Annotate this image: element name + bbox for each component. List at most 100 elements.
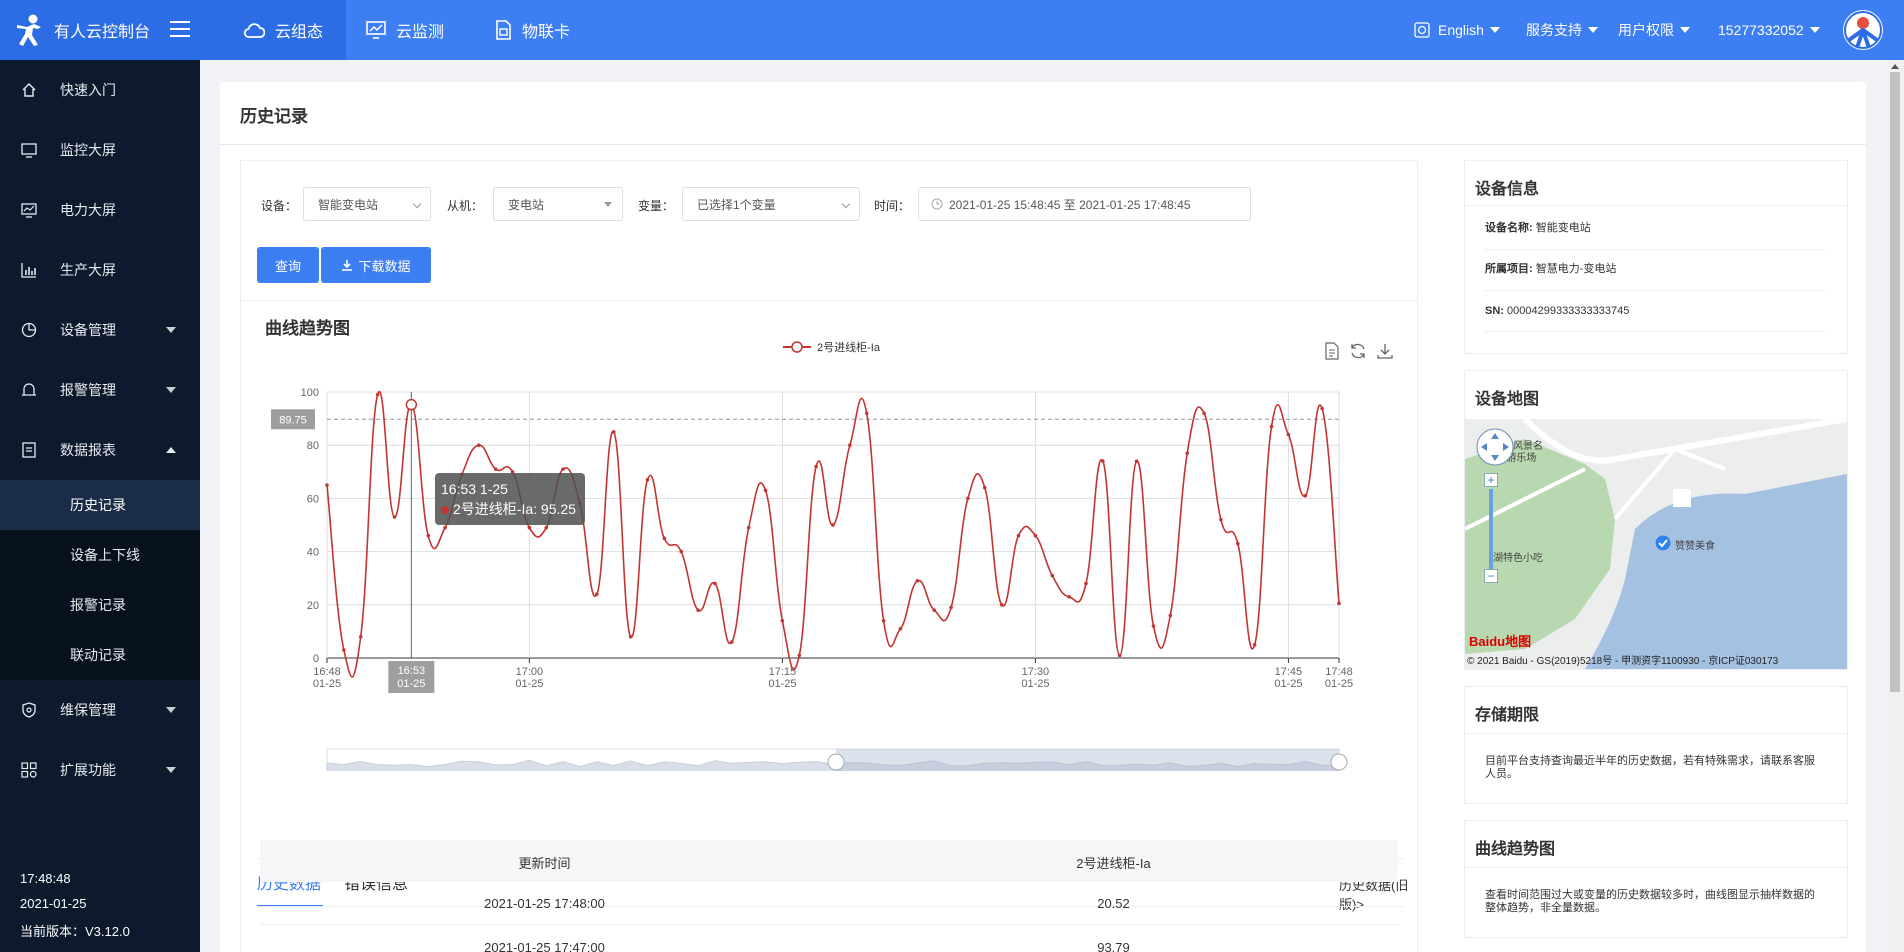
device-icon xyxy=(20,321,38,339)
data-point xyxy=(1252,642,1257,647)
x-tick-date: 01-25 xyxy=(313,678,341,690)
chart-tooltip: 16:53 1-25 2号进线柜-Ia: 95.25 xyxy=(435,473,585,525)
map-zoom-slider[interactable] xyxy=(1489,489,1493,569)
service-label: 服务支持 xyxy=(1526,22,1582,38)
chevron-down-icon xyxy=(166,387,176,393)
nav-cloud-config-label: 云组态 xyxy=(274,24,323,41)
map-zoom-in-button[interactable]: + xyxy=(1484,473,1498,487)
scrollbar-thumb[interactable] xyxy=(1890,72,1900,692)
nav-cloud-config[interactable]: 云组态 xyxy=(220,0,346,60)
variable-label: 变量： xyxy=(638,199,675,213)
map-view[interactable]: 湖风景名 -游乐场 湖特色小吃 赞赞美食 + − Baidu地图 © 2021 … xyxy=(1465,419,1847,669)
sidebar-item-maintenance[interactable]: 维保管理 xyxy=(0,680,200,740)
x-tick-label: 17:48 xyxy=(1325,666,1353,678)
sidebar-item-monitor-screen[interactable]: 监控大屏 xyxy=(0,120,200,180)
screen-icon xyxy=(20,141,38,159)
sidebar-subitem-alarm-records[interactable]: 报警记录 xyxy=(0,580,200,630)
sidebar-item-power-screen[interactable]: 电力大屏 xyxy=(0,180,200,240)
data-point xyxy=(881,618,886,623)
data-point xyxy=(628,634,633,639)
chevron-down-icon xyxy=(412,199,422,209)
legend-label: 2号进线柜-Ia xyxy=(817,340,881,354)
time-range-input[interactable]: 2021-01-25 15:48:45 至 2021-01-25 17:48:4… xyxy=(918,187,1251,221)
trend-chart[interactable]: 2号进线柜-Ia 020406080100 16:4801-2517:0001-… xyxy=(241,331,1419,771)
data-point xyxy=(1286,432,1291,437)
axis-pointer-date: 01-25 xyxy=(397,678,425,690)
nav-cloud-monitor[interactable]: 云监测 xyxy=(366,0,444,60)
trend-note-card: 曲线趋势图 查看时间范围过大或变量的历史数据较多时，曲线图显示抽样数据的整体趋势… xyxy=(1464,820,1848,938)
table-header: 更新时间 2号进线柜-Ia xyxy=(260,840,1398,882)
sidebar-subitem-label: 设备上下线 xyxy=(70,547,140,563)
series-points xyxy=(325,392,1341,658)
sidebar-item-quick-start[interactable]: 快速入门 xyxy=(0,60,200,120)
home-icon xyxy=(20,81,38,99)
data-point xyxy=(1067,594,1071,599)
column-header-time: 更新时间 xyxy=(518,856,571,871)
menu-toggle-icon[interactable] xyxy=(170,21,190,37)
data-point xyxy=(729,640,734,644)
sidebar-subitem-linkage-records[interactable]: 联动记录 xyxy=(0,630,200,680)
sidebar-item-data-report[interactable]: 数据报表 xyxy=(0,420,200,480)
divider xyxy=(1465,867,1847,868)
zoom-handle-right[interactable] xyxy=(1330,753,1348,771)
sidebar-subitem-label: 联动记录 xyxy=(70,647,126,663)
account-menu[interactable]: 15277332052 xyxy=(1718,0,1820,60)
x-tick-label: 16:48 xyxy=(313,666,341,678)
trend-note-text: 查看时间范围过大或变量的历史数据较多时，曲线图显示抽样数据的整体趋势，非全量数据… xyxy=(1485,889,1815,914)
data-point xyxy=(1151,624,1156,628)
storage-title: 存储期限 xyxy=(1475,707,1540,724)
data-point xyxy=(493,467,498,471)
caret-down-icon xyxy=(604,202,612,207)
data-point xyxy=(966,496,970,501)
chevron-down-icon xyxy=(1809,27,1820,33)
language-select[interactable]: English xyxy=(1414,0,1500,60)
sn-row: SN: 00004299333333333745 xyxy=(1485,305,1629,318)
sidebar-item-label: 电力大屏 xyxy=(60,202,116,218)
clock-icon xyxy=(931,198,943,210)
variable-select[interactable]: 已选择1个变量 xyxy=(682,187,860,221)
data-point xyxy=(949,605,953,610)
scrollbar[interactable] xyxy=(1886,60,1904,952)
sidebar-item-alarm-management[interactable]: 报警管理 xyxy=(0,360,200,420)
map-pin-icon[interactable] xyxy=(1655,535,1671,551)
x-tick-date: 01-25 xyxy=(1325,678,1353,690)
map-zoom-out-button[interactable]: − xyxy=(1484,569,1498,583)
data-point xyxy=(1185,451,1190,456)
nav-iot-card[interactable]: 物联卡 xyxy=(494,0,570,60)
data-point xyxy=(797,653,802,658)
data-point xyxy=(1168,613,1173,618)
scrollbar-up-arrow[interactable] xyxy=(1891,64,1899,69)
time-label: 时间： xyxy=(874,199,911,213)
x-axis: 16:4801-2517:0001-2517:1501-2517:3001-25… xyxy=(313,658,1353,690)
sidebar-subitem-device-online[interactable]: 设备上下线 xyxy=(0,530,200,580)
sidebar-item-production-screen[interactable]: 生产大屏 xyxy=(0,240,200,300)
data-point xyxy=(1235,541,1240,546)
sidebar-item-label: 扩展功能 xyxy=(60,762,116,778)
data-zoom-slider[interactable] xyxy=(326,748,1348,771)
permissions-menu[interactable]: 用户权限 xyxy=(1618,0,1690,60)
zoom-handle-left[interactable] xyxy=(827,753,845,771)
sidebar-item-device-management[interactable]: 设备管理 xyxy=(0,300,200,360)
device-name-value: 智能变电站 xyxy=(1535,222,1591,234)
sidebar-subitem-history[interactable]: 历史记录 xyxy=(0,480,200,530)
monitor-icon xyxy=(366,21,386,39)
chart-legend[interactable]: 2号进线柜-Ia xyxy=(783,340,881,354)
map-poi-label: 赞赞美食 xyxy=(1675,541,1715,552)
map-logo: Baidu地图 xyxy=(1469,634,1532,649)
data-point xyxy=(864,411,869,416)
slave-select[interactable]: 变电站 xyxy=(493,187,623,221)
download-button[interactable]: 下载数据 xyxy=(321,247,431,283)
query-button[interactable]: 查询 xyxy=(257,247,319,283)
map-pan-control-icon[interactable] xyxy=(1475,427,1515,467)
data-point xyxy=(595,592,599,597)
sidebar-item-label: 快速入门 xyxy=(60,82,116,98)
sidebar-item-extensions[interactable]: 扩展功能 xyxy=(0,740,200,800)
avatar[interactable] xyxy=(1843,10,1883,50)
sidebar-subitem-label: 报警记录 xyxy=(70,597,126,613)
device-select[interactable]: 智能变电站 xyxy=(303,187,431,221)
column-header-value: 2号进线柜-Ia xyxy=(1076,856,1151,871)
tooltip-text: 2号进线柜-Ia: 95.25 xyxy=(453,501,576,517)
service-menu[interactable]: 服务支持 xyxy=(1526,0,1598,60)
apps-icon xyxy=(20,761,38,779)
tooltip-row: 2号进线柜-Ia: 95.25 xyxy=(441,499,579,519)
